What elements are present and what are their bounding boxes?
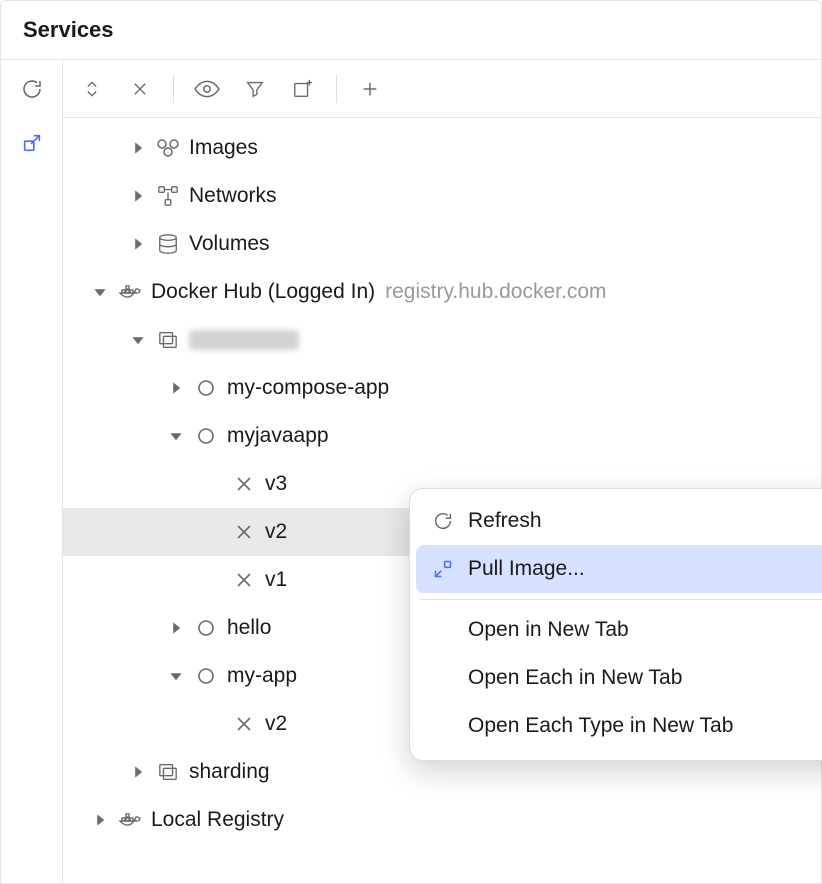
add-panel-icon[interactable] (288, 74, 318, 104)
chevron-right-icon[interactable] (165, 377, 187, 399)
tree-label: Images (189, 136, 258, 160)
tag-icon (231, 567, 257, 593)
tree-item-images[interactable]: Images (63, 124, 821, 172)
ctx-label: Open Each Type in New Tab (468, 714, 733, 738)
ctx-label: Refresh (468, 509, 542, 533)
circle-icon (193, 375, 219, 401)
toolbar-separator (336, 75, 337, 103)
tree-item-repo-myjavaapp[interactable]: myjavaapp (63, 412, 821, 460)
tree-item-networks[interactable]: Networks (63, 172, 821, 220)
circle-icon (193, 423, 219, 449)
open-in-new-icon[interactable] (17, 128, 47, 158)
tree-item-docker-hub[interactable]: Docker Hub (Logged In) registry.hub.dock… (63, 268, 821, 316)
eye-icon[interactable] (192, 74, 222, 104)
tag-icon (231, 471, 257, 497)
circle-icon (193, 663, 219, 689)
tree-label: Docker Hub (Logged In) (151, 280, 375, 304)
toolbar (63, 60, 821, 118)
chevron-right-icon[interactable] (127, 185, 149, 207)
context-menu: Refresh Pull Image... Open in New Tab (409, 488, 822, 761)
refresh-icon[interactable] (17, 74, 47, 104)
filter-icon[interactable] (240, 74, 270, 104)
tree-item-local-registry[interactable]: Local Registry (63, 796, 821, 844)
chevron-right-icon[interactable] (89, 809, 111, 831)
ctx-label: Open in New Tab (468, 618, 629, 642)
tree-label: Local Registry (151, 808, 284, 832)
main-area: Images Networks Volumes (63, 60, 821, 883)
refresh-icon (428, 509, 458, 533)
networks-icon (155, 183, 181, 209)
tree-label: v3 (265, 472, 287, 496)
chevron-down-icon[interactable] (89, 281, 111, 303)
left-gutter (1, 60, 63, 883)
plus-icon[interactable] (355, 74, 385, 104)
folder-stack-icon (155, 327, 181, 353)
redacted-text (189, 330, 299, 350)
tree-label: v2 (265, 712, 287, 736)
ctx-refresh[interactable]: Refresh (416, 497, 822, 545)
tree-item-volumes[interactable]: Volumes (63, 220, 821, 268)
circle-icon (193, 615, 219, 641)
tree-label: v2 (265, 520, 287, 544)
tree-label: myjavaapp (227, 424, 329, 448)
chevron-down-icon[interactable] (165, 425, 187, 447)
tree-label: sharding (189, 760, 270, 784)
chevron-right-icon[interactable] (127, 761, 149, 783)
tree-label: my-app (227, 664, 297, 688)
chevron-down-icon[interactable] (127, 329, 149, 351)
tree-label: Networks (189, 184, 277, 208)
toolbar-separator (173, 75, 174, 103)
docker-icon (117, 807, 143, 833)
tree: Images Networks Volumes (63, 118, 821, 883)
chevron-down-icon[interactable] (165, 665, 187, 687)
tree-label: my-compose-app (227, 376, 389, 400)
chevron-right-icon[interactable] (127, 233, 149, 255)
panel-body: Images Networks Volumes (1, 60, 821, 883)
tag-icon (231, 519, 257, 545)
ctx-open-each-new-tab[interactable]: Open Each in New Tab (416, 654, 822, 702)
tree-item-repo-my-compose-app[interactable]: my-compose-app (63, 364, 821, 412)
folder-stack-icon (155, 759, 181, 785)
tree-label: hello (227, 616, 271, 640)
pull-image-icon (428, 557, 458, 581)
ctx-pull-image[interactable]: Pull Image... (416, 545, 822, 593)
tag-icon (231, 711, 257, 737)
volumes-icon (155, 231, 181, 257)
chevron-right-icon[interactable] (165, 617, 187, 639)
services-panel: Services (0, 0, 822, 884)
expand-collapse-icon[interactable] (77, 74, 107, 104)
tree-label: v1 (265, 568, 287, 592)
tree-label: Volumes (189, 232, 270, 256)
docker-icon (117, 279, 143, 305)
images-icon (155, 135, 181, 161)
chevron-right-icon[interactable] (127, 137, 149, 159)
registry-url: registry.hub.docker.com (385, 280, 606, 304)
ctx-open-each-type-new-tab[interactable]: Open Each Type in New Tab (416, 702, 822, 750)
ctx-open-new-tab[interactable]: Open in New Tab (416, 606, 822, 654)
panel-title: Services (1, 1, 821, 60)
menu-separator (420, 599, 822, 600)
tree-item-namespace[interactable] (63, 316, 821, 364)
close-icon[interactable] (125, 74, 155, 104)
ctx-label: Pull Image... (468, 557, 585, 581)
ctx-label: Open Each in New Tab (468, 666, 682, 690)
